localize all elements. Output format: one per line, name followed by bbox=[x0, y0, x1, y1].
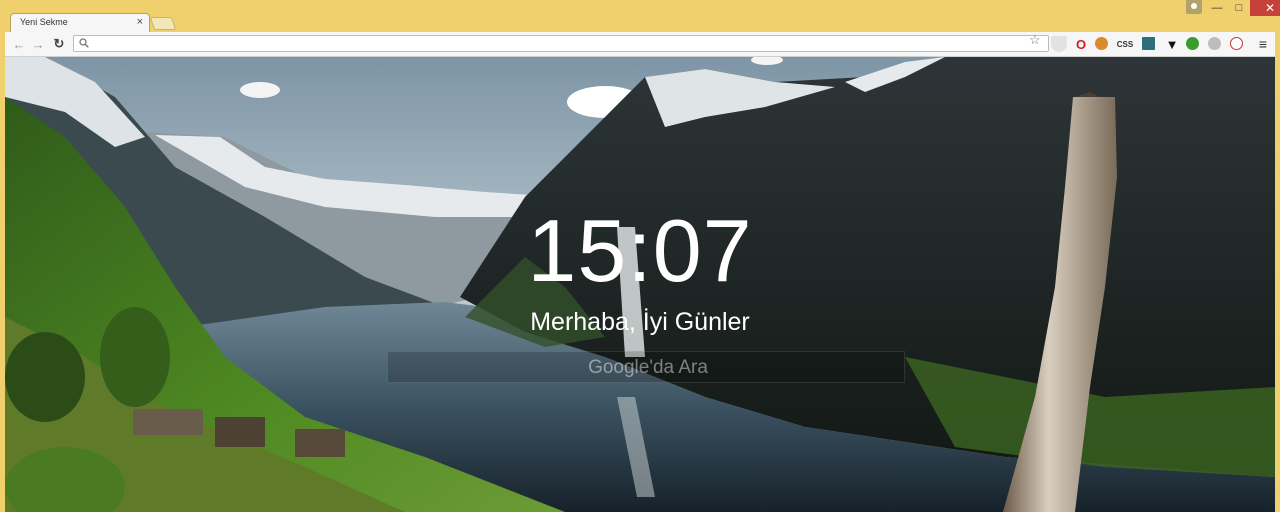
close-window-button[interactable]: ✕ bbox=[1250, 0, 1280, 16]
minimize-button[interactable]: — bbox=[1206, 0, 1228, 16]
reload-button[interactable]: ↻ bbox=[50, 35, 68, 53]
bookmark-star-icon[interactable]: ☆ bbox=[1029, 32, 1041, 48]
browser-window: Yeni Sekme × — □ ✕ ← → ↻ ☆ O CSS ▼ ≡ 15:… bbox=[0, 0, 1280, 512]
search-icon bbox=[79, 38, 89, 48]
cookie-extension-icon[interactable] bbox=[1095, 37, 1108, 50]
google-search-box[interactable] bbox=[387, 351, 908, 384]
shield-extension-icon[interactable] bbox=[1051, 36, 1067, 52]
forward-button[interactable]: → bbox=[29, 35, 47, 53]
greeting-text: Merhaba, İyi Günler bbox=[530, 308, 750, 336]
green-extension-icon[interactable] bbox=[1186, 37, 1199, 50]
css-extension-icon[interactable]: CSS bbox=[1117, 36, 1133, 52]
tab-title: Yeni Sekme bbox=[20, 17, 68, 27]
opera-extension-icon[interactable]: O bbox=[1073, 36, 1089, 52]
grey-extension-icon[interactable] bbox=[1208, 37, 1221, 50]
address-bar[interactable] bbox=[73, 35, 1049, 53]
browser-toolbar: ← → ↻ ☆ O CSS ▼ ≡ bbox=[5, 32, 1275, 57]
back-button[interactable]: ← bbox=[10, 35, 28, 53]
book-extension-icon[interactable] bbox=[1142, 37, 1155, 50]
maximize-button[interactable]: □ bbox=[1228, 0, 1250, 16]
tab-strip: Yeni Sekme × — □ ✕ bbox=[0, 0, 1280, 32]
clock-time: 15:07 bbox=[527, 201, 753, 300]
google-search-input[interactable] bbox=[388, 352, 908, 384]
new-tab-button[interactable] bbox=[149, 17, 177, 30]
tab-new-tab[interactable]: Yeni Sekme × bbox=[10, 13, 150, 32]
window-controls: — □ ✕ bbox=[1206, 0, 1280, 16]
address-input[interactable] bbox=[94, 36, 1028, 53]
tab-close-icon[interactable]: × bbox=[137, 16, 143, 28]
ghost-extension-icon[interactable]: ▼ bbox=[1164, 36, 1180, 52]
new-tab-page: 15:07 Merhaba, İyi Günler bbox=[5, 57, 1275, 512]
profile-avatar-icon[interactable] bbox=[1186, 0, 1202, 14]
ctrlq-extension-icon[interactable] bbox=[1230, 37, 1243, 50]
chrome-menu-icon[interactable]: ≡ bbox=[1255, 36, 1271, 52]
